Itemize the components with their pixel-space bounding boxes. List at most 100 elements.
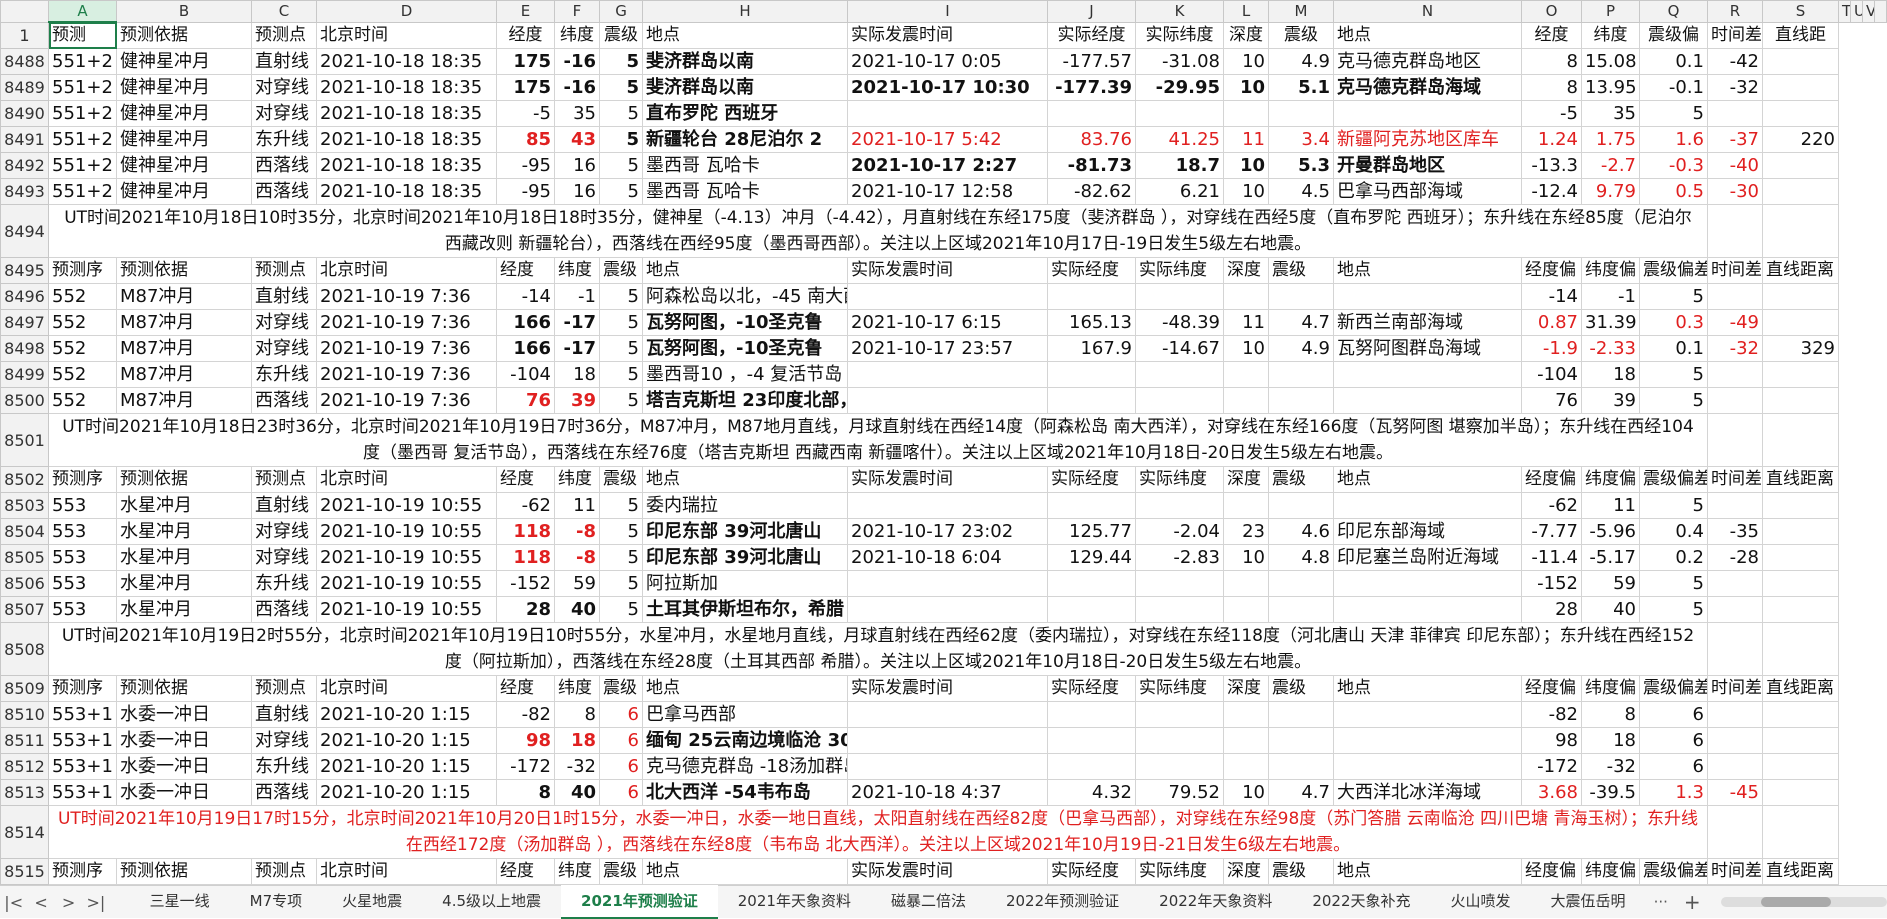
table-cell[interactable]: [1268, 753, 1334, 780]
table-cell[interactable]: [1268, 387, 1334, 414]
table-cell[interactable]: 水星冲月: [116, 544, 252, 571]
table-cell[interactable]: -48.39: [1135, 309, 1224, 336]
subheader-cell[interactable]: 实际发震时间: [847, 466, 1048, 493]
column-header[interactable]: N: [1333, 0, 1522, 23]
subheader-cell[interactable]: 纬度: [554, 466, 600, 493]
table-cell[interactable]: -49: [1707, 309, 1763, 336]
table-cell[interactable]: 2021-10-17 10:30: [847, 74, 1048, 101]
table-cell[interactable]: -14.67: [1135, 335, 1224, 362]
table-cell[interactable]: 85: [496, 126, 555, 153]
table-cell[interactable]: 对穿线: [251, 100, 317, 127]
table-cell[interactable]: 西落线: [251, 178, 317, 205]
table-cell[interactable]: -39.5: [1581, 779, 1640, 806]
table-cell[interactable]: 4.8: [1268, 544, 1334, 571]
next-sheet-button[interactable]: >: [55, 893, 82, 912]
row-number[interactable]: 8488: [0, 48, 49, 75]
table-cell[interactable]: [1762, 779, 1839, 806]
subheader-cell[interactable]: 震级: [1268, 257, 1334, 284]
column-header[interactable]: R: [1707, 0, 1763, 23]
table-cell[interactable]: 10: [1223, 544, 1269, 571]
subheader-cell[interactable]: 实际纬度: [1135, 257, 1224, 284]
subheader-cell[interactable]: 震级: [599, 466, 643, 493]
table-cell[interactable]: 5: [599, 178, 643, 205]
table-cell[interactable]: 551+2: [48, 126, 117, 153]
header-cell[interactable]: 预测依据: [116, 21, 252, 49]
subheader-cell[interactable]: 震级: [599, 675, 643, 702]
table-cell[interactable]: 551+2: [48, 74, 117, 101]
table-cell[interactable]: 2021-10-19 10:55: [316, 492, 497, 519]
header-cell[interactable]: 震级: [1268, 21, 1334, 49]
spreadsheet-grid[interactable]: ABCDEFGHIJKLMNOPQRSTUV1预测预测依据预测点北京时间经度纬度…: [0, 0, 1887, 885]
table-cell[interactable]: 166: [496, 335, 555, 362]
table-cell[interactable]: 79.52: [1135, 779, 1224, 806]
table-cell[interactable]: 直射线: [251, 48, 317, 75]
table-cell[interactable]: 2021-10-19 10:55: [316, 596, 497, 623]
table-cell[interactable]: 开曼群岛地区: [1333, 152, 1522, 179]
table-cell[interactable]: 2021-10-20 1:15: [316, 727, 497, 754]
table-cell[interactable]: 2021-10-20 1:15: [316, 753, 497, 780]
table-cell[interactable]: 5: [599, 152, 643, 179]
table-cell[interactable]: M87冲月: [116, 387, 252, 414]
header-cell[interactable]: 预测点: [251, 21, 317, 49]
table-cell[interactable]: 41.25: [1135, 126, 1224, 153]
header-cell[interactable]: 纬度: [554, 21, 600, 49]
table-cell[interactable]: [1762, 178, 1839, 205]
table-cell[interactable]: [1762, 361, 1839, 388]
table-cell[interactable]: 阿拉斯加: [642, 570, 848, 597]
table-cell[interactable]: 6: [599, 753, 643, 780]
table-cell[interactable]: [1135, 283, 1224, 310]
table-cell[interactable]: -95: [496, 178, 555, 205]
table-cell[interactable]: 对穿线: [251, 74, 317, 101]
table-cell[interactable]: -8: [554, 544, 600, 571]
table-cell[interactable]: -82: [496, 701, 555, 728]
table-cell[interactable]: [1047, 283, 1136, 310]
table-cell[interactable]: -2.04: [1135, 518, 1224, 545]
column-header[interactable]: U: [1850, 0, 1863, 23]
row-number[interactable]: 8497: [0, 309, 49, 336]
sheet-tab[interactable]: 4.5级以上地震: [422, 885, 561, 917]
table-cell[interactable]: 40: [554, 779, 600, 806]
subheader-cell[interactable]: 震级偏差: [1639, 858, 1708, 885]
table-cell[interactable]: [1047, 701, 1136, 728]
table-cell[interactable]: 2021-10-19 7:36: [316, 387, 497, 414]
table-cell[interactable]: [1762, 570, 1839, 597]
table-cell[interactable]: 11: [554, 492, 600, 519]
table-cell[interactable]: 4.7: [1268, 309, 1334, 336]
table-cell[interactable]: 8: [554, 701, 600, 728]
table-cell[interactable]: 2021-10-18 18:35: [316, 126, 497, 153]
table-cell[interactable]: [1333, 570, 1522, 597]
table-cell[interactable]: [1135, 727, 1224, 754]
column-header[interactable]: B: [116, 0, 252, 23]
table-cell[interactable]: [1047, 492, 1136, 519]
table-cell[interactable]: 83.76: [1047, 126, 1136, 153]
table-cell[interactable]: 553+1: [48, 779, 117, 806]
table-cell[interactable]: 6: [1639, 753, 1708, 780]
table-cell[interactable]: 水委一冲日: [116, 779, 252, 806]
table-cell[interactable]: 墨西哥 瓦哈卡: [642, 152, 848, 179]
table-cell[interactable]: -152: [496, 570, 555, 597]
more-sheets-button[interactable]: ···: [1646, 893, 1676, 911]
sheet-tab[interactable]: 火山喷发: [1431, 885, 1531, 917]
subheader-cell[interactable]: 纬度: [554, 858, 600, 885]
table-cell[interactable]: 15.08: [1581, 48, 1640, 75]
header-cell[interactable]: 震级偏: [1639, 21, 1708, 49]
table-cell[interactable]: -17: [554, 335, 600, 362]
table-cell[interactable]: 2021-10-17 23:02: [847, 518, 1048, 545]
table-cell[interactable]: [847, 701, 1048, 728]
table-cell[interactable]: 西落线: [251, 779, 317, 806]
table-cell[interactable]: 552: [48, 335, 117, 362]
table-cell[interactable]: 直布罗陀 西班牙: [642, 100, 848, 127]
table-cell[interactable]: [1707, 727, 1763, 754]
table-cell[interactable]: 4.9: [1268, 48, 1334, 75]
table-cell[interactable]: -8: [554, 518, 600, 545]
subheader-cell[interactable]: 震级: [1268, 858, 1334, 885]
table-cell[interactable]: 阿森松岛以北，-45 南大西洋海岭: [642, 283, 848, 310]
table-cell[interactable]: 1.24: [1521, 126, 1582, 153]
row-number[interactable]: 8502: [0, 466, 49, 493]
subheader-cell[interactable]: 实际发震时间: [847, 257, 1048, 284]
table-cell[interactable]: -17: [554, 309, 600, 336]
column-header[interactable]: I: [847, 0, 1048, 23]
column-header[interactable]: G: [599, 0, 643, 23]
header-cell[interactable]: 地点: [1333, 21, 1522, 49]
table-cell[interactable]: 2021-10-18 18:35: [316, 152, 497, 179]
